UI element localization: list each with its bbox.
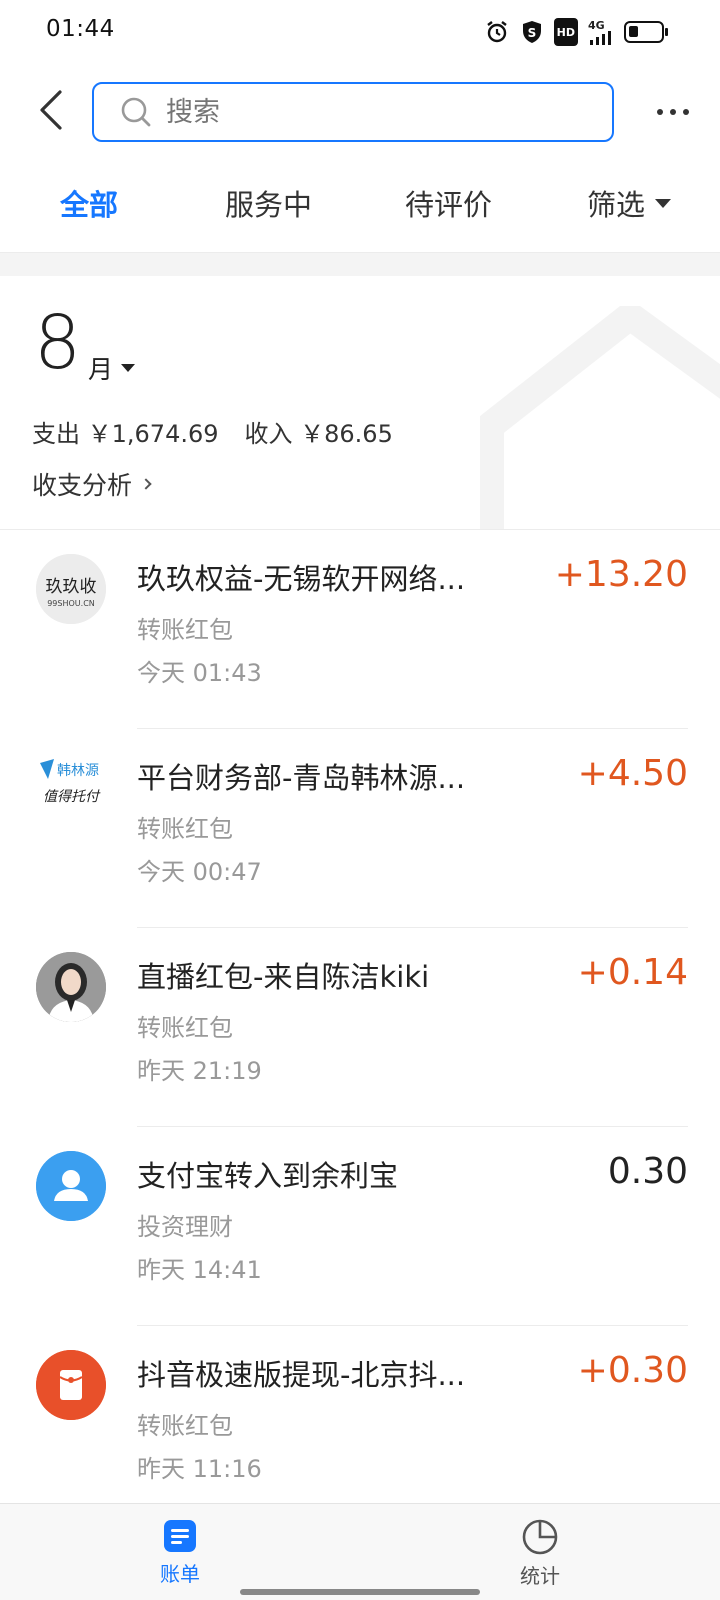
transaction-title: 玖玖权益-无锡软开网络... [137, 562, 466, 596]
transaction-time: 今天 01:43 [137, 659, 262, 687]
nav-stats-label: 统计 [520, 1564, 560, 1588]
svg-text:S: S [527, 26, 536, 40]
transaction-title: 直播红包-来自陈洁kiki [137, 960, 430, 994]
bottom-nav: 账单 统计 [0, 1503, 720, 1600]
person-icon [36, 1151, 106, 1221]
transaction-time: 今天 00:47 [137, 858, 262, 886]
transaction-category: 转账红包 [137, 815, 233, 843]
nav-bills-label: 账单 [160, 1562, 200, 1586]
signal-icon: 4G [588, 18, 614, 46]
filter-tabs: 全部 服务中 待评价 筛选 [0, 168, 720, 240]
tab-pending-review[interactable]: 待评价 [405, 182, 492, 224]
filter-label: 筛选 [587, 188, 646, 222]
tab-filter[interactable]: 筛选 [587, 182, 672, 224]
nav-bills[interactable]: 账单 [120, 1518, 240, 1587]
transaction-category: 转账红包 [137, 1412, 233, 1440]
user-photo-icon [36, 952, 106, 1022]
transaction-category: 转账红包 [137, 616, 233, 644]
transaction-time: 昨天 14:41 [137, 1256, 262, 1284]
income-total: 收入 ￥86.65 [244, 420, 393, 448]
list-item[interactable]: 支付宝转入到余利宝 投资理财 昨天 14:41 0.30 [0, 1127, 720, 1326]
tab-in-service[interactable]: 服务中 [225, 182, 312, 224]
avatar [36, 1350, 106, 1420]
month-summary: 8 月 支出 ￥1,674.69 收入 ￥86.65 收支分析 [0, 276, 720, 530]
99shou-logo-icon: 玖玖收 99SHOU.CN [36, 554, 106, 624]
transaction-category: 转账红包 [137, 1014, 233, 1042]
nav-stats[interactable]: 统计 [480, 1518, 600, 1589]
month-selector[interactable]: 月 [88, 350, 136, 386]
list-item[interactable]: 韩林源 值得托付 平台财务部-青岛韩林源... 转账红包 今天 00:47 +4… [0, 729, 720, 928]
search-bar[interactable] [92, 82, 614, 142]
home-indicator[interactable] [240, 1589, 480, 1595]
status-icons: S HD 4G [484, 18, 668, 46]
search-input[interactable] [166, 96, 566, 128]
top-bar [0, 72, 720, 148]
list-item[interactable]: 玖玖收 99SHOU.CN 玖玖权益-无锡软开网络... 转账红包 今天 01:… [0, 530, 720, 729]
transaction-amount: +13.20 [554, 554, 688, 595]
transaction-category: 投资理财 [137, 1213, 233, 1241]
list-item[interactable]: 直播红包-来自陈洁kiki 转账红包 昨天 21:19 +0.14 [0, 928, 720, 1127]
caret-down-icon [121, 364, 136, 372]
analysis-label: 收支分析 [32, 471, 133, 500]
bill-icon [164, 1520, 196, 1552]
search-icon [121, 97, 151, 127]
transaction-time: 昨天 21:19 [137, 1057, 262, 1085]
hd-icon: HD [553, 18, 578, 46]
transaction-title: 抖音极速版提现-北京抖... [137, 1358, 466, 1392]
transaction-time: 昨天 11:16 [137, 1455, 262, 1483]
caret-down-icon [655, 198, 672, 208]
background-decoration [480, 306, 720, 530]
transaction-amount: +0.14 [577, 952, 688, 993]
avatar: 玖玖收 99SHOU.CN [36, 554, 106, 624]
month-number[interactable]: 8 [34, 306, 81, 380]
chevron-right-icon [140, 478, 152, 490]
section-divider [0, 252, 720, 276]
shield-icon: S [520, 18, 544, 46]
analysis-link[interactable]: 收支分析 [32, 466, 152, 502]
avatar: 韩林源 值得托付 [36, 753, 106, 823]
network-label: 4G [588, 18, 605, 32]
avatar [36, 1151, 106, 1221]
more-button[interactable] [648, 92, 698, 132]
transaction-title: 平台财务部-青岛韩林源... [137, 761, 466, 795]
transaction-amount: +0.30 [577, 1350, 688, 1391]
totals: 支出 ￥1,674.69 收入 ￥86.65 [32, 414, 393, 449]
tab-all[interactable]: 全部 [60, 182, 118, 224]
avatar [36, 952, 106, 1022]
transaction-title: 支付宝转入到余利宝 [137, 1159, 399, 1193]
chevron-left-icon [40, 90, 62, 130]
alarm-icon [484, 18, 510, 46]
expense-total: 支出 ￥1,674.69 [32, 420, 219, 448]
month-unit-label: 月 [88, 355, 114, 384]
red-packet-icon [36, 1350, 106, 1420]
logo1-url: 99SHOU.CN [47, 599, 95, 608]
logo2-line2: 值得托付 [43, 789, 101, 805]
hanlinyuan-logo-icon: 韩林源 值得托付 [40, 759, 101, 805]
list-item[interactable]: 抖音极速版提现-北京抖... 转账红包 昨天 11:16 +0.30 [0, 1326, 720, 1525]
pie-chart-icon [522, 1519, 558, 1555]
more-dots-icon [657, 109, 663, 115]
logo1-text: 玖玖收 [46, 577, 97, 597]
battery-icon [624, 18, 668, 46]
transaction-amount: 0.30 [607, 1151, 688, 1192]
logo2-line1: 韩林源 [57, 763, 99, 779]
status-time: 01:44 [46, 16, 115, 42]
status-bar: 01:44 S HD 4G [0, 0, 720, 64]
transaction-amount: +4.50 [577, 753, 688, 794]
back-button[interactable] [28, 84, 72, 136]
